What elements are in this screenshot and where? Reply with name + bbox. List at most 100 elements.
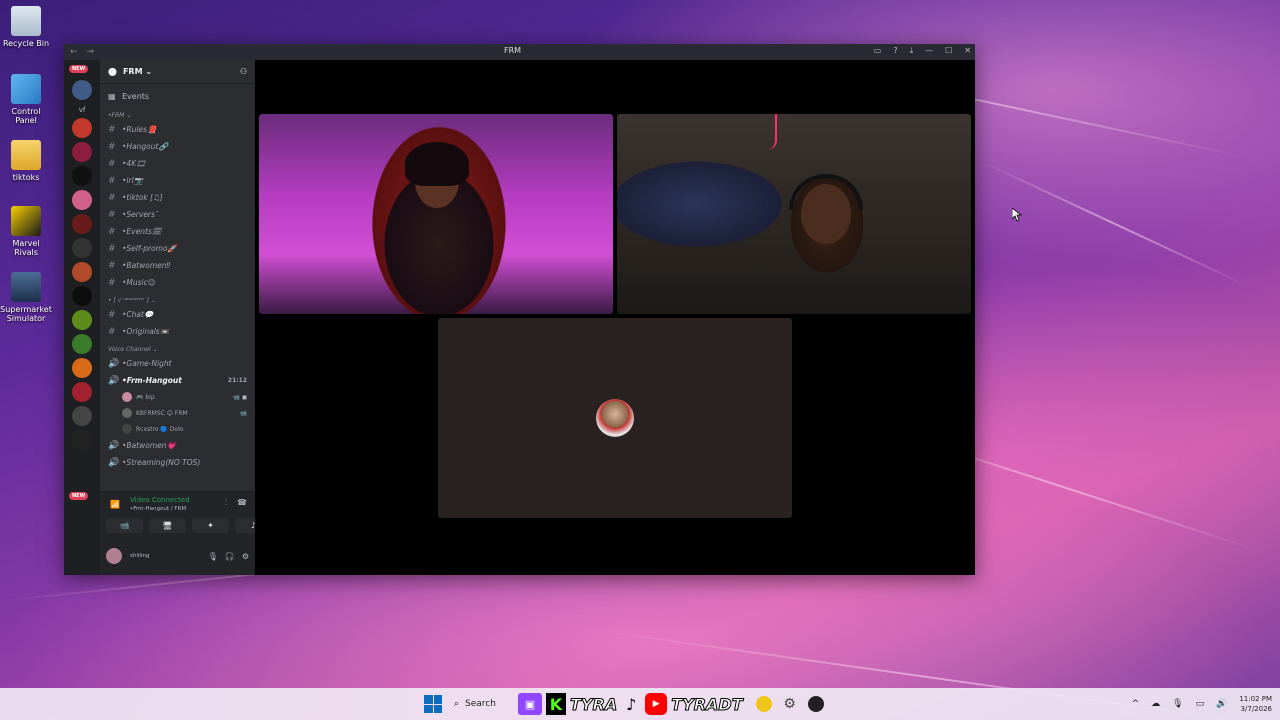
windows-start-icon[interactable] <box>424 695 442 713</box>
headphones-icon[interactable]: 🎧 <box>225 552 235 561</box>
server-icon[interactable] <box>72 358 92 378</box>
settings-icon[interactable]: ⚙ <box>242 552 249 561</box>
screen-share-button[interactable]: 🖥 <box>149 518 186 533</box>
voice-channel-frm-hangout[interactable]: 🔊 •Frm-Hangout 21:12 <box>100 372 255 389</box>
server-icon[interactable] <box>72 262 92 282</box>
voice-channel-game-night[interactable]: 🔊 •Game-Night <box>100 355 255 372</box>
video-tile-participant-3[interactable] <box>438 318 792 518</box>
voice-member[interactable]: 🎮 bip 📹 ◼ <box>100 389 255 405</box>
microphone-icon[interactable]: 🎙 <box>1172 699 1183 709</box>
server-icon[interactable] <box>72 80 92 100</box>
maximize-button[interactable]: ☐ <box>945 46 952 56</box>
forward-button[interactable]: → <box>86 47 94 57</box>
folder-icon <box>11 140 41 170</box>
server-icon[interactable] <box>72 166 92 186</box>
channel-irl[interactable]: # •irl📷 <box>100 172 255 189</box>
microphone-icon[interactable]: 🎙 <box>208 552 218 561</box>
minimize-button[interactable]: — <box>925 46 933 56</box>
channel-hangout[interactable]: # •Hangout🔗 <box>100 138 255 155</box>
category-voice[interactable]: Voice Channel ⌄ <box>100 340 255 355</box>
display-icon[interactable]: ▭ <box>1196 699 1205 709</box>
settings-icon[interactable]: ⚙ <box>779 693 801 715</box>
channel-music[interactable]: # •Music😊 <box>100 274 255 291</box>
channel-label: •Originals📼 <box>122 327 170 336</box>
tiktok-icon[interactable]: ♪ <box>621 693 641 715</box>
close-button[interactable]: ✕ <box>964 46 971 56</box>
obs-icon[interactable] <box>805 693 827 715</box>
desktop-icon-supermarket-simulator[interactable]: Supermarket Simulator <box>0 272 52 323</box>
server-icon[interactable] <box>72 334 92 354</box>
onedrive-icon[interactable]: ☁ <box>1151 699 1160 709</box>
video-tile-participant-2[interactable] <box>617 114 971 314</box>
speaker-icon: 🔊 <box>108 457 120 468</box>
hash-icon: # <box>108 243 116 254</box>
supermarket-simulator-icon <box>11 272 41 302</box>
taskbar: ⌕ Search ▣ K TYRA ♪ ▶ TYRADT ⚙ ^ ☁ 🎙 ▭ 🔊… <box>0 688 1280 720</box>
voice-member[interactable]: Rcxstro 🔵 Dolo <box>100 421 255 437</box>
user-controls: 🎙 🎧 ⚙ <box>208 552 249 561</box>
channel-batwomen[interactable]: # •Batwomen‼ <box>100 257 255 274</box>
server-icon[interactable] <box>72 238 92 258</box>
twitch-icon[interactable]: ▣ <box>518 693 542 715</box>
desktop-icon-tiktoks[interactable]: tiktoks <box>0 140 52 182</box>
add-member-icon[interactable]: ⚇ <box>240 67 247 76</box>
connection-status[interactable]: Video Connected <box>130 496 190 504</box>
channel-tiktok[interactable]: # •tiktok [♫] <box>100 189 255 206</box>
kick-icon[interactable]: K <box>546 693 566 715</box>
channel-self-promo[interactable]: # •Self-promo🚀 <box>100 240 255 257</box>
server-icon[interactable] <box>72 190 92 210</box>
voice-channel-streaming[interactable]: 🔊 •Streaming(NO TOS) <box>100 454 255 471</box>
server-icon[interactable] <box>72 214 92 234</box>
server-icon[interactable] <box>72 382 92 402</box>
channel-4k[interactable]: # •4K🎞 <box>100 155 255 172</box>
server-folder-label[interactable]: vf <box>64 106 100 114</box>
signal-icon[interactable]: 📶 <box>110 500 120 509</box>
download-icon[interactable]: ⤓ <box>910 46 914 56</box>
noise-suppression-icon[interactable]: ⫶ <box>225 498 227 508</box>
youtube-icon[interactable]: ▶ <box>645 693 668 715</box>
video-tile-participant-1[interactable] <box>259 114 613 314</box>
channel-chat[interactable]: # •Chat💬 <box>100 306 255 323</box>
taskbar-name-tyradt[interactable]: TYRADT <box>671 693 743 715</box>
clock[interactable]: 11:02 PM 3/7/2026 <box>1239 694 1272 714</box>
desktop-icon-control-panel[interactable]: Control Panel <box>0 74 52 125</box>
taskbar-search[interactable]: ⌕ Search <box>454 693 514 715</box>
channel-rules[interactable]: # •Rules📕 <box>100 121 255 138</box>
channel-events[interactable]: # •Events🗓 <box>100 223 255 240</box>
voice-member[interactable]: KBFRMSC 😊 FRM 📹 <box>100 405 255 421</box>
server-icon[interactable] <box>72 406 92 426</box>
desktop-icon-recycle-bin[interactable]: Recycle Bin <box>0 6 52 48</box>
disconnect-icon[interactable]: ☎ <box>237 498 247 508</box>
events-item[interactable]: ▦ Events <box>100 86 255 106</box>
back-button[interactable]: ← <box>70 47 78 57</box>
desktop-icon-label: Marvel Rivals <box>12 239 40 257</box>
activity-button[interactable]: ✦ <box>192 518 229 533</box>
system-tray: ^ ☁ 🎙 ▭ 🔊 11:02 PM 3/7/2026 <box>1132 692 1272 716</box>
category-frm[interactable]: •FRM ⌄ <box>100 106 255 121</box>
taskbar-name-tyra[interactable]: TYRA <box>569 693 617 715</box>
chevron-up-icon[interactable]: ^ <box>1132 699 1140 709</box>
video-button[interactable]: 📹 <box>106 518 143 533</box>
server-icon[interactable] <box>72 118 92 138</box>
guild-header[interactable]: ⬤ FRM ⌄ ⚇ <box>100 60 255 84</box>
volume-icon[interactable]: 🔊 <box>1216 699 1227 709</box>
server-icon[interactable] <box>72 142 92 162</box>
inbox-icon[interactable]: ▭ <box>874 46 882 56</box>
voice-channel-batwomen[interactable]: 🔊 •Batwomen💗 <box>100 437 255 454</box>
connection-channel[interactable]: •Frm-Hangout / FRM <box>130 506 186 512</box>
help-icon[interactable]: ? <box>893 46 897 56</box>
desktop-icon-marvel-rivals[interactable]: Marvel Rivals <box>0 206 52 257</box>
category-newsletter[interactable]: • [ √ ⁿᵉʷˢˡᵉᵗᵗᵉʳ ] ⌄ <box>100 291 255 306</box>
avatar <box>122 424 132 434</box>
desktop-icon-label: Control Panel <box>11 107 41 125</box>
channel-label: •Hangout🔗 <box>122 142 168 151</box>
channel-servers[interactable]: # •Servers˜ <box>100 206 255 223</box>
channel-originals[interactable]: # •Originals📼 <box>100 323 255 340</box>
discord-icon[interactable] <box>753 693 775 715</box>
server-icon[interactable] <box>72 430 92 450</box>
avatar[interactable] <box>106 548 122 564</box>
server-icon[interactable] <box>72 310 92 330</box>
user-panel: shilling 🎙 🎧 ⚙ <box>100 537 255 575</box>
server-icon[interactable] <box>72 286 92 306</box>
clock-date: 3/7/2026 <box>1240 705 1272 713</box>
